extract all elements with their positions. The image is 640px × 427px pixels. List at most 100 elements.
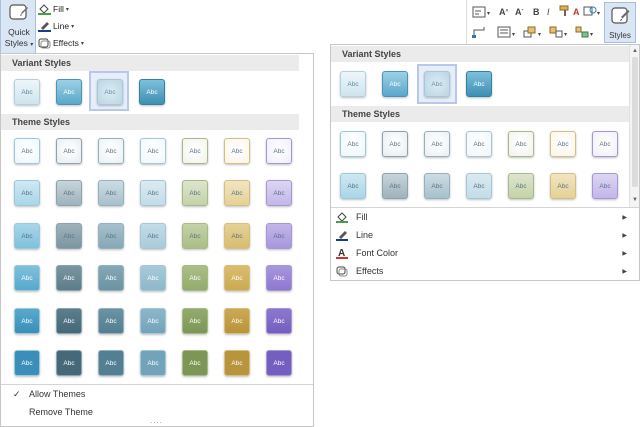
theme-style-swatch[interactable]: Abc	[382, 131, 408, 157]
bring-forward-caret-icon[interactable]: ▾	[538, 27, 541, 41]
position-icon[interactable]	[549, 26, 563, 38]
theme-style-swatch[interactable]: Abc	[508, 173, 534, 199]
theme-style-swatch[interactable]: Abc	[14, 223, 40, 249]
theme-style-swatch[interactable]: Abc	[14, 265, 40, 291]
theme-style-swatch[interactable]: Abc	[182, 265, 208, 291]
theme-style-swatch[interactable]: Abc	[98, 180, 124, 206]
theme-style-swatch[interactable]: Abc	[98, 138, 124, 164]
resize-handle[interactable]: ....	[150, 416, 163, 425]
fill-menu-item[interactable]: Fill ▶	[331, 208, 631, 226]
theme-style-swatch[interactable]: Abc	[382, 173, 408, 199]
variant-swatch[interactable]: Abc	[56, 79, 82, 105]
styles-button[interactable]: Styles	[604, 2, 636, 43]
italic-icon[interactable]: I	[547, 5, 550, 19]
theme-style-swatch[interactable]: Abc	[224, 350, 250, 376]
theme-style-swatch[interactable]: Abc	[98, 308, 124, 334]
position-caret-icon[interactable]: ▾	[564, 27, 567, 41]
font-color-menu-item[interactable]: A Font Color ▶	[331, 244, 631, 262]
allow-themes-item[interactable]: Allow Themes	[29, 387, 85, 401]
theme-style-swatch[interactable]: Abc	[182, 138, 208, 164]
variant-swatch[interactable]: Abc	[382, 71, 408, 97]
theme-style-swatch[interactable]: Abc	[182, 308, 208, 334]
theme-style-swatch[interactable]: Abc	[266, 350, 292, 376]
theme-style-swatch[interactable]: Abc	[140, 265, 166, 291]
variant-swatch[interactable]: Abc	[139, 79, 165, 105]
theme-style-swatch[interactable]: Abc	[140, 308, 166, 334]
effects-menu-item[interactable]: Effects ▶	[331, 262, 631, 280]
align-icon[interactable]	[497, 26, 511, 38]
theme-style-swatch[interactable]: Abc	[56, 138, 82, 164]
theme-style-swatch[interactable]: Abc	[224, 180, 250, 206]
theme-style-swatch[interactable]: Abc	[266, 223, 292, 249]
theme-style-swatch[interactable]: Abc	[592, 131, 618, 157]
theme-style-swatch[interactable]: Abc	[14, 308, 40, 334]
theme-style-swatch[interactable]: Abc	[224, 223, 250, 249]
theme-style-swatch[interactable]: Abc	[266, 138, 292, 164]
variant-swatch[interactable]: Abc	[466, 71, 492, 97]
theme-style-swatch[interactable]: Abc	[14, 138, 40, 164]
fill-button[interactable]: Fill ▾	[38, 2, 69, 16]
line-menu-item[interactable]: Line ▶	[331, 226, 631, 244]
theme-style-swatch[interactable]: Abc	[98, 223, 124, 249]
group-icon[interactable]	[575, 26, 589, 38]
text-box-icon[interactable]	[472, 6, 486, 18]
gallery-scrollbar[interactable]: ▲ ▼	[629, 45, 639, 207]
align-caret-icon[interactable]: ▾	[512, 27, 515, 41]
theme-style-swatch[interactable]: Abc	[56, 180, 82, 206]
theme-style-swatch[interactable]: Abc	[56, 265, 82, 291]
theme-style-swatch[interactable]: Abc	[140, 138, 166, 164]
scroll-thumb[interactable]	[632, 57, 638, 187]
theme-style-swatch[interactable]: Abc	[224, 265, 250, 291]
theme-style-swatch[interactable]: Abc	[14, 350, 40, 376]
remove-theme-item[interactable]: Remove Theme	[29, 405, 93, 419]
theme-style-swatch[interactable]: Abc	[140, 180, 166, 206]
theme-style-swatch[interactable]: Abc	[182, 180, 208, 206]
theme-style-swatch[interactable]: Abc	[224, 308, 250, 334]
variant-swatch[interactable]: Abc	[340, 71, 366, 97]
font-color-a-icon[interactable]: A	[573, 5, 580, 19]
bold-icon[interactable]: B	[533, 5, 540, 19]
theme-style-swatch[interactable]: Abc	[424, 131, 450, 157]
theme-style-swatch[interactable]: Abc	[56, 223, 82, 249]
theme-style-swatch[interactable]: Abc	[266, 308, 292, 334]
theme-style-swatch[interactable]: Abc	[592, 173, 618, 199]
bring-forward-icon[interactable]	[523, 26, 537, 38]
theme-style-swatch[interactable]: Abc	[140, 350, 166, 376]
scroll-up-icon[interactable]: ▲	[631, 47, 639, 55]
fill-bucket-icon	[336, 212, 348, 223]
scroll-down-icon[interactable]: ▼	[631, 196, 639, 204]
theme-style-swatch[interactable]: Abc	[340, 173, 366, 199]
theme-style-swatch[interactable]: Abc	[182, 223, 208, 249]
theme-style-swatch[interactable]: Abc	[266, 180, 292, 206]
font-shrink-icon[interactable]: Aˇ	[515, 5, 523, 19]
theme-style-swatch[interactable]: Abc	[550, 131, 576, 157]
theme-style-swatch[interactable]: Abc	[508, 131, 534, 157]
quick-styles-button[interactable]: Quick Styles ▾	[0, 0, 36, 54]
theme-style-swatch[interactable]: Abc	[224, 138, 250, 164]
theme-style-swatch[interactable]: Abc	[466, 173, 492, 199]
theme-style-swatch[interactable]: Abc	[340, 131, 366, 157]
theme-style-swatch[interactable]: Abc	[140, 223, 166, 249]
theme-style-swatch[interactable]: Abc	[14, 180, 40, 206]
theme-style-swatch[interactable]: Abc	[56, 308, 82, 334]
variant-swatch[interactable]: Abc	[424, 71, 450, 97]
line-button[interactable]: Line ▾	[38, 19, 74, 33]
theme-style-swatch[interactable]: Abc	[550, 173, 576, 199]
font-grow-icon[interactable]: A ^	[499, 5, 508, 19]
theme-style-swatch[interactable]: Abc	[424, 173, 450, 199]
theme-style-swatch[interactable]: Abc	[182, 350, 208, 376]
theme-style-swatch[interactable]: Abc	[98, 350, 124, 376]
shapes-icon[interactable]	[583, 5, 597, 17]
theme-style-swatch[interactable]: Abc	[466, 131, 492, 157]
theme-style-swatch[interactable]: Abc	[98, 265, 124, 291]
theme-style-swatch[interactable]: Abc	[266, 265, 292, 291]
variant-swatch[interactable]: Abc	[97, 79, 123, 105]
format-painter-icon[interactable]	[559, 5, 571, 17]
connector-icon[interactable]	[472, 26, 486, 38]
variant-swatch[interactable]: Abc	[14, 79, 40, 105]
text-box-caret-icon[interactable]: ▾	[487, 6, 490, 20]
theme-style-swatch[interactable]: Abc	[56, 350, 82, 376]
shapes-caret-icon[interactable]: ▾	[597, 6, 600, 20]
effects-button[interactable]: Effects ▾	[38, 36, 84, 50]
group-caret-icon[interactable]: ▾	[590, 27, 593, 41]
